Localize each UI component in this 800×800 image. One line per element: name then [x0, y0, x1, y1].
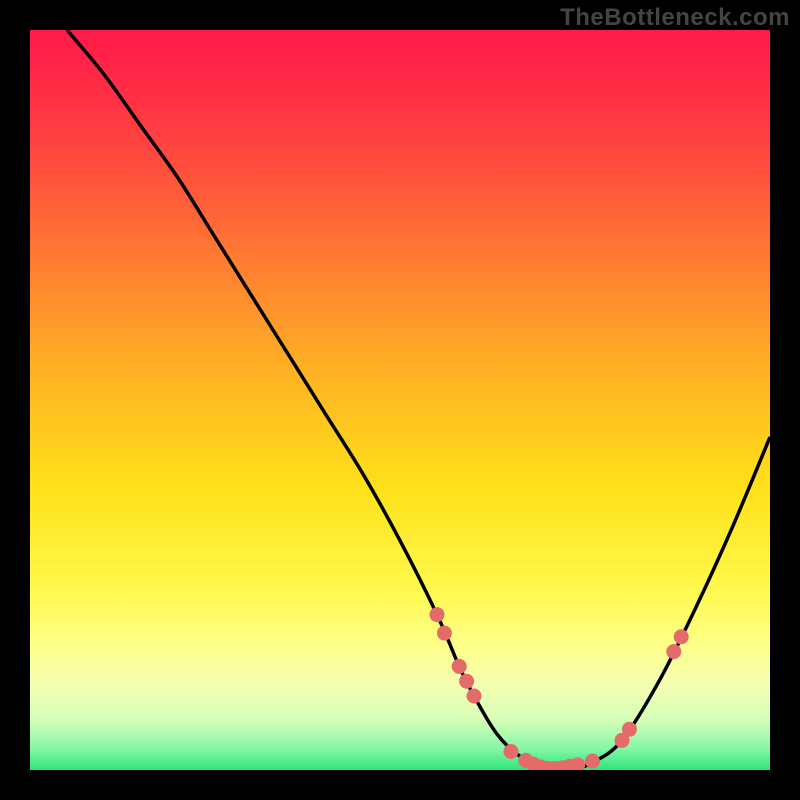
- watermark-text: TheBottleneck.com: [560, 4, 790, 32]
- bottleneck-curve: [67, 30, 770, 770]
- data-point-marker: [571, 758, 585, 770]
- plot-area: [30, 30, 770, 770]
- data-point-marker: [430, 608, 444, 622]
- data-point-marker: [452, 659, 466, 673]
- data-point-marker: [504, 745, 518, 759]
- data-point-marker: [667, 645, 681, 659]
- data-point-marker: [674, 630, 688, 644]
- data-point-marker: [467, 689, 481, 703]
- data-point-marker: [585, 754, 599, 768]
- chart-frame: TheBottleneck.com: [0, 0, 800, 800]
- data-point-marker: [622, 722, 636, 736]
- data-point-marker: [437, 626, 451, 640]
- curve-layer: [30, 30, 770, 770]
- data-point-marker: [460, 674, 474, 688]
